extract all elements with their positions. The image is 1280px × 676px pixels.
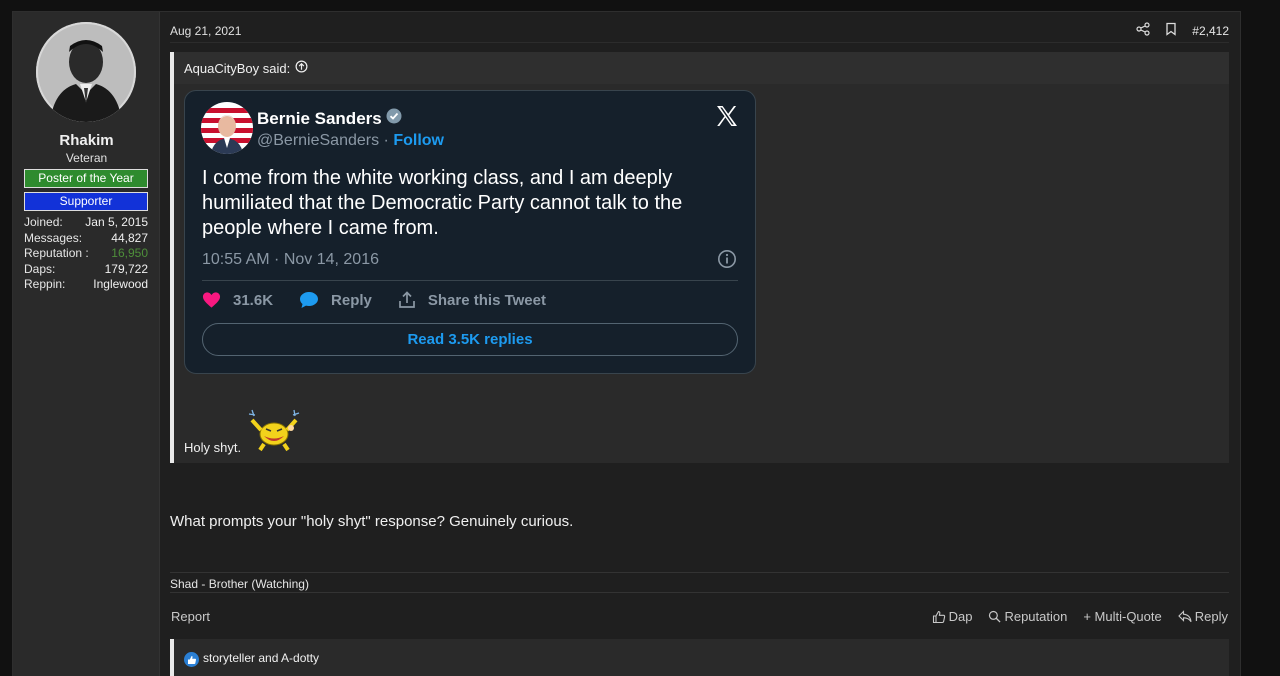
multi-quote-label: + Multi-Quote <box>1083 609 1162 624</box>
avatar[interactable] <box>36 22 136 122</box>
follow-button[interactable]: Follow <box>393 132 444 149</box>
stat-label: Reputation : <box>24 246 89 261</box>
tweet-avatar[interactable] <box>201 102 253 154</box>
post-body-text: What prompts your "holy shyt" response? … <box>170 513 574 530</box>
stat-label: Joined: <box>24 215 63 229</box>
laughing-emoji-icon <box>246 408 304 457</box>
stat-value: Jan 5, 2015 <box>85 215 148 229</box>
tweet-handle: @BernieSanders · Follow <box>257 132 444 150</box>
embedded-tweet[interactable]: Bernie Sanders @BernieSanders · Follow I… <box>184 90 756 374</box>
jump-to-quote-icon[interactable] <box>295 60 308 76</box>
bookmark-icon[interactable] <box>1164 22 1178 39</box>
reply-button[interactable]: Reply <box>1177 609 1228 624</box>
reputation-button[interactable]: Reputation <box>988 609 1067 624</box>
tweet-reply-button[interactable]: Reply <box>299 291 372 309</box>
signature: Shad - Brother (Watching) <box>170 577 309 591</box>
multi-quote-button[interactable]: + Multi-Quote <box>1083 609 1161 624</box>
user-title: Veteran <box>65 151 108 165</box>
post-actions: Dap Reputation + Multi-Quote Reply <box>932 609 1228 624</box>
separator: · <box>383 132 389 149</box>
tweet-text: I come from the white working class, and… <box>202 167 683 239</box>
divider <box>170 572 1229 573</box>
stat-daps: Daps: 179,722 <box>24 262 148 278</box>
share-tweet-button[interactable]: Share this Tweet <box>398 291 546 309</box>
search-icon <box>989 610 1001 623</box>
tweet-timestamp[interactable]: 10:55 AM · Nov 14, 2016 <box>202 251 379 269</box>
quote-body-text: Holy shyt. <box>184 440 242 455</box>
tweet-reply-label: Reply <box>331 291 372 309</box>
stat-reppin: Reppin: Inglewood <box>24 277 148 293</box>
like-count: 31.6K <box>233 291 274 309</box>
user-stats: Joined: Jan 5, 2015 Messages: 44,827 Reput… <box>24 215 148 293</box>
stat-label: Reppin: <box>24 277 66 292</box>
username[interactable]: Rhakim <box>13 132 160 149</box>
stat-label: Messages: <box>24 230 83 245</box>
stat-value: 16,950 <box>111 246 148 261</box>
quote-header: AquaCityBoy said: <box>174 52 1229 84</box>
supporter-banner: Supporter <box>24 192 148 211</box>
report-link[interactable]: Report <box>171 609 210 624</box>
stat-value: 179,722 <box>104 261 148 276</box>
stat-joined: Joined: Jan 5, 2015 <box>24 215 148 231</box>
quote-author[interactable]: AquaCityBoy said: <box>184 61 290 76</box>
stat-value: Inglewood <box>93 277 148 292</box>
post-date[interactable]: Aug 21, 2021 <box>170 24 241 38</box>
read-replies-button[interactable]: Read 3.5K replies <box>202 323 738 356</box>
verified-badge-icon <box>386 108 402 129</box>
like-button[interactable]: 31.6K <box>202 291 273 309</box>
stat-label: Daps: <box>24 261 56 276</box>
tweet-author-label[interactable]: Bernie Sanders <box>257 109 382 129</box>
forum-post: Rhakim Veteran Poster of the Year Suppor… <box>12 11 1241 676</box>
stat-messages: Messages: 44,827 <box>24 231 148 247</box>
divider <box>170 592 1229 593</box>
x-logo-icon[interactable] <box>715 104 739 133</box>
reply-label: Reply <box>1194 609 1228 624</box>
info-icon[interactable] <box>717 249 737 274</box>
reply-arrow-icon <box>1177 610 1192 623</box>
share-icon[interactable] <box>1136 22 1150 39</box>
reactions-bar: storyteller and A-dotty <box>170 639 1229 676</box>
dap-button[interactable]: Dap <box>932 609 973 624</box>
stat-value: 44,827 <box>111 230 148 245</box>
quote-block: AquaCityBoy said: Bernie Sanders @Bernie… <box>170 52 1229 463</box>
reputation-label: Reputation <box>1004 609 1068 624</box>
reactions-users[interactable]: storyteller and A-dotty <box>203 651 319 665</box>
divider <box>170 42 1229 43</box>
post-main: Aug 21, 2021 #2,412 AquaCityBoy said: Be… <box>161 12 1240 676</box>
thumbs-up-icon <box>932 610 945 623</box>
poster-of-year-banner: Poster of the Year <box>24 169 148 188</box>
post-header-actions: #2,412 <box>1136 22 1229 39</box>
divider <box>202 280 738 281</box>
tweet-handle-text[interactable]: @BernieSanders <box>257 132 379 149</box>
tweet-actions: 31.6K Reply Share this Tweet <box>202 291 546 309</box>
tweet-author-name[interactable]: Bernie Sanders <box>257 108 402 129</box>
dap-label: Dap <box>948 609 973 624</box>
post-number[interactable]: #2,412 <box>1192 24 1229 38</box>
share-tweet-label: Share this Tweet <box>427 291 546 309</box>
stat-reputation: Reputation : 16,950 <box>24 246 148 262</box>
user-sidebar: Rhakim Veteran Poster of the Year Suppor… <box>13 12 160 676</box>
like-reaction-icon[interactable] <box>184 652 199 667</box>
